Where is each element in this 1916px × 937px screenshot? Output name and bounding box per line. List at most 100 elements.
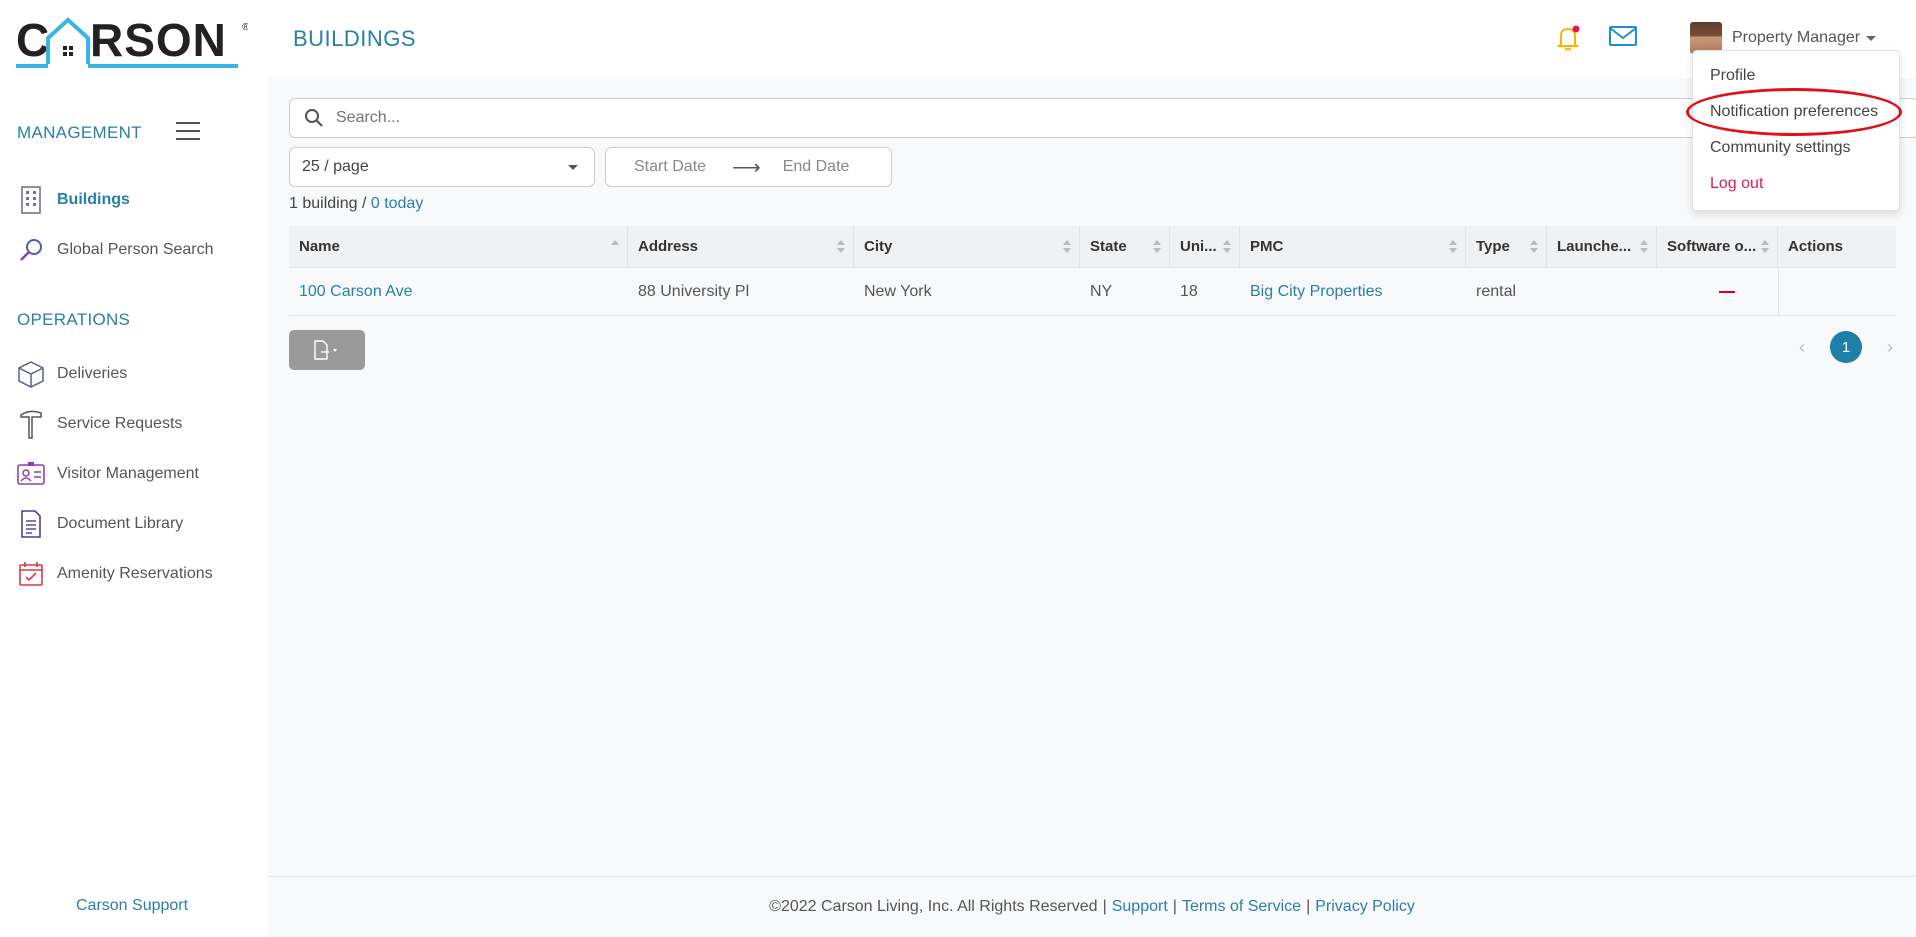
- menu-item-community-settings[interactable]: Community settings: [1710, 139, 1851, 157]
- end-date-input[interactable]: End Date: [783, 158, 850, 176]
- document-icon: [17, 510, 45, 538]
- carson-logo-graphic: C RSON ®: [16, 14, 250, 68]
- arrow-right-icon: ⟶: [732, 156, 761, 179]
- menu-item-profile[interactable]: Profile: [1710, 67, 1755, 85]
- privacy-policy-link[interactable]: Privacy Policy: [1315, 898, 1415, 916]
- sidebar-item-amenity-reservations[interactable]: Amenity Reservations: [17, 557, 213, 591]
- page-1-button[interactable]: 1: [1830, 331, 1862, 363]
- footer: ©2022 Carson Living, Inc. All Rights Res…: [268, 876, 1916, 937]
- user-name: Property Manager: [1732, 29, 1861, 46]
- column-header-actions: Actions: [1788, 238, 1844, 255]
- sidebar-item-buildings[interactable]: Buildings: [17, 183, 130, 217]
- search-icon: [305, 109, 323, 127]
- sort-icon: [1449, 240, 1457, 254]
- sort-icon: [1153, 240, 1161, 254]
- notification-bell-icon[interactable]: [1554, 24, 1582, 52]
- export-button[interactable]: [289, 330, 365, 370]
- cell-actions: [1778, 268, 1896, 315]
- sidebar-item-label: Service Requests: [57, 415, 183, 432]
- sort-icon: [611, 240, 619, 254]
- cell-city: New York: [864, 282, 932, 300]
- search-icon: [17, 236, 45, 264]
- cell-units: 18: [1180, 282, 1198, 300]
- svg-text:RSON: RSON: [90, 16, 227, 66]
- sort-icon: [1761, 240, 1769, 254]
- sort-icon: [1530, 240, 1538, 254]
- cell-state: NY: [1090, 282, 1113, 300]
- today-count-link[interactable]: 0 today: [371, 195, 423, 212]
- menu-item-log-out[interactable]: Log out: [1710, 175, 1763, 193]
- menu-toggle-icon[interactable]: [176, 122, 200, 142]
- calendar-check-icon: [17, 560, 45, 588]
- per-page-value: 25 / page: [302, 158, 369, 175]
- cell-type: rental: [1476, 282, 1517, 300]
- cell-pmc-link[interactable]: Big City Properties: [1240, 268, 1466, 315]
- sort-icon: [837, 240, 845, 254]
- package-icon: [17, 360, 45, 388]
- footer-separator: |: [1102, 898, 1107, 915]
- sidebar-item-label: Deliveries: [57, 365, 128, 382]
- sidebar-item-label: Buildings: [57, 191, 130, 208]
- sidebar-item-global-person-search[interactable]: Global Person Search: [17, 233, 214, 267]
- buildings-table: Name Address City State Uni... PMC Type …: [289, 226, 1896, 316]
- management-heading: MANAGEMENT: [17, 123, 142, 142]
- operations-heading: OPERATIONS: [17, 310, 131, 329]
- next-page-icon[interactable]: ›: [1880, 337, 1900, 358]
- sidebar-item-service-requests[interactable]: Service Requests: [17, 407, 182, 441]
- column-header-software[interactable]: Software o...: [1657, 226, 1778, 267]
- column-header-pmc[interactable]: PMC: [1240, 226, 1466, 267]
- date-range-picker[interactable]: Start Date ⟶ End Date: [605, 147, 892, 187]
- sidebar-item-document-library[interactable]: Document Library: [17, 507, 183, 541]
- status-dash-icon: [1719, 290, 1735, 293]
- footer-support-link[interactable]: Support: [1112, 898, 1168, 916]
- cell-name-link[interactable]: 100 Carson Ave: [289, 268, 628, 315]
- column-header-type[interactable]: Type: [1466, 226, 1547, 267]
- search-bar[interactable]: [289, 98, 1916, 138]
- building-icon: [17, 186, 45, 214]
- cell-launched: [1547, 268, 1657, 315]
- sidebar-item-label: Document Library: [57, 515, 184, 532]
- mail-icon[interactable]: [1608, 24, 1638, 52]
- menu-item-notification-preferences[interactable]: Notification preferences: [1710, 103, 1878, 121]
- footer-separator: |: [1172, 898, 1177, 915]
- svg-text:C: C: [16, 16, 50, 66]
- prev-page-icon[interactable]: ‹: [1792, 337, 1812, 358]
- column-header-name[interactable]: Name: [289, 226, 628, 267]
- sidebar-item-deliveries[interactable]: Deliveries: [17, 357, 127, 391]
- column-header-address[interactable]: Address: [628, 226, 854, 267]
- column-header-launched[interactable]: Launche...: [1547, 226, 1657, 267]
- terms-of-service-link[interactable]: Terms of Service: [1182, 898, 1301, 916]
- id-card-icon: [17, 460, 45, 488]
- column-header-units[interactable]: Uni...: [1170, 226, 1240, 267]
- top-bar: BUILDINGS Property Manager: [268, 0, 1916, 78]
- search-input[interactable]: [336, 109, 1836, 127]
- page-title: BUILDINGS: [293, 26, 417, 51]
- per-page-select[interactable]: 25 / page: [289, 147, 595, 187]
- sidebar-item-label: Visitor Management: [57, 465, 199, 482]
- cell-software: [1657, 268, 1778, 315]
- start-date-input[interactable]: Start Date: [634, 158, 706, 176]
- sort-icon: [1640, 240, 1648, 254]
- carson-logo[interactable]: C RSON ®: [16, 14, 250, 72]
- chevron-down-icon: [1866, 35, 1877, 41]
- sidebar: C RSON ® MANAGEMENT Buildings Global Per…: [0, 0, 268, 937]
- table-header: Name Address City State Uni... PMC Type …: [289, 226, 1896, 268]
- carson-support-link[interactable]: Carson Support: [76, 897, 188, 915]
- table-row: 100 Carson Ave 88 University Pl New York…: [289, 268, 1896, 316]
- column-header-city[interactable]: City: [854, 226, 1080, 267]
- building-count: 1 building /: [289, 195, 371, 212]
- copyright-text: ©2022 Carson Living, Inc. All Rights Res…: [769, 898, 1098, 915]
- chevron-down-icon: [568, 165, 578, 170]
- column-header-state[interactable]: State: [1080, 226, 1170, 267]
- pagination: ‹ 1 ›: [1792, 331, 1900, 363]
- sort-icon: [1063, 240, 1071, 254]
- notification-dot: [1572, 25, 1580, 33]
- sort-icon: [1223, 240, 1231, 254]
- main-content: 25 / page Start Date ⟶ End Date 1 buildi…: [268, 78, 1916, 937]
- footer-separator: |: [1306, 898, 1311, 915]
- export-file-icon: [314, 340, 337, 360]
- svg-text:®: ®: [242, 22, 248, 33]
- hammer-icon: [17, 410, 45, 439]
- sidebar-item-visitor-management[interactable]: Visitor Management: [17, 457, 199, 491]
- sidebar-item-label: Global Person Search: [57, 241, 214, 258]
